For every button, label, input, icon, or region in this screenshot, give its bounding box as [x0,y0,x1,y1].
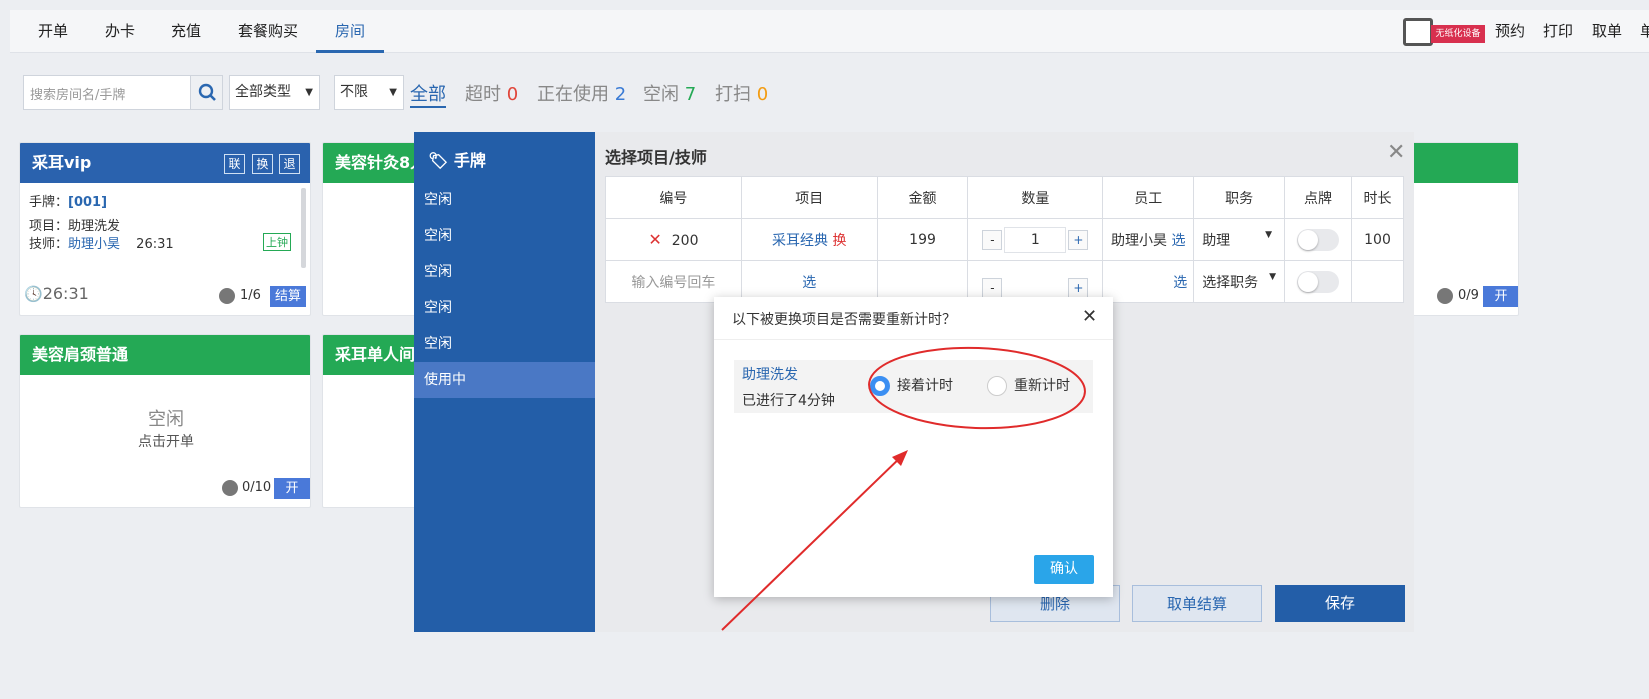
annotation-overlay [721,346,1086,631]
highlight-circle [868,346,1086,430]
annotation-arrow [721,452,906,631]
